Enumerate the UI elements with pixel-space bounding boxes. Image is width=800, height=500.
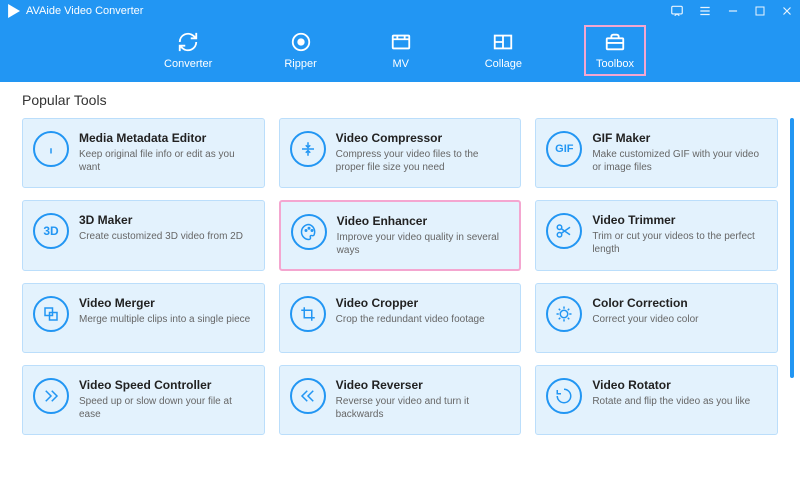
app-title: AVAide Video Converter bbox=[26, 5, 670, 17]
3d-icon: 3D bbox=[33, 213, 69, 249]
app-logo-icon bbox=[6, 4, 20, 18]
titlebar: AVAide Video Converter bbox=[0, 0, 800, 22]
close-button[interactable] bbox=[780, 4, 794, 18]
compress-icon bbox=[290, 131, 326, 167]
tool-title: Video Compressor bbox=[336, 131, 509, 145]
tool-title: Video Cropper bbox=[336, 296, 509, 310]
tool-text: Video Rotator Rotate and flip the video a… bbox=[592, 378, 765, 408]
tool-text: GIF Maker Make customized GIF with your v… bbox=[592, 131, 765, 174]
tool-text: Video Speed Controller Speed up or slow d… bbox=[79, 378, 252, 421]
toolbox-icon bbox=[603, 31, 627, 53]
tools-grid: Media Metadata Editor Keep original file … bbox=[22, 118, 778, 435]
tool-desc: Trim or cut your videos to the perfect l… bbox=[592, 230, 765, 256]
tool-title: Color Correction bbox=[592, 296, 765, 310]
tool-title: Video Trimmer bbox=[592, 213, 765, 227]
tool-title: Video Merger bbox=[79, 296, 252, 310]
tool-desc: Rotate and flip the video as you like bbox=[592, 395, 765, 408]
app-header: AVAide Video Converter Converter Ripper … bbox=[0, 0, 800, 82]
palette-icon bbox=[291, 214, 327, 250]
tool-desc: Keep original file info or edit as you w… bbox=[79, 148, 252, 174]
tool-title: Video Reverser bbox=[336, 378, 509, 392]
tool-desc: Compress your video files to the proper … bbox=[336, 148, 509, 174]
tool-text: Video Merger Merge multiple clips into a … bbox=[79, 296, 252, 326]
tool-text: Video Enhancer Improve your video quality… bbox=[337, 214, 508, 257]
minimize-button[interactable] bbox=[726, 4, 740, 18]
tool-text: Media Metadata Editor Keep original file … bbox=[79, 131, 252, 174]
reverse-icon bbox=[290, 378, 326, 414]
tool-desc: Improve your video quality in several wa… bbox=[337, 231, 508, 257]
window-controls bbox=[670, 4, 794, 18]
tool-title: Video Speed Controller bbox=[79, 378, 252, 392]
tool-card-reverse[interactable]: Video Reverser Reverse your video and tur… bbox=[279, 365, 522, 435]
tool-card-merge[interactable]: Video Merger Merge multiple clips into a … bbox=[22, 283, 265, 353]
collage-icon bbox=[491, 31, 515, 53]
tool-title: GIF Maker bbox=[592, 131, 765, 145]
nav-collage[interactable]: Collage bbox=[475, 27, 532, 74]
nav-ripper[interactable]: Ripper bbox=[274, 27, 326, 74]
nav-label: Ripper bbox=[284, 58, 316, 70]
color-icon bbox=[546, 296, 582, 332]
nav-label: Toolbox bbox=[596, 58, 634, 70]
tool-desc: Speed up or slow down your file at ease bbox=[79, 395, 252, 421]
merge-icon bbox=[33, 296, 69, 332]
gif-icon: GIF bbox=[546, 131, 582, 167]
tool-card-crop[interactable]: Video Cropper Crop the redundant video fo… bbox=[279, 283, 522, 353]
tool-text: 3D Maker Create customized 3D video from … bbox=[79, 213, 252, 243]
tool-card-compress[interactable]: Video Compressor Compress your video file… bbox=[279, 118, 522, 188]
tool-title: Video Enhancer bbox=[337, 214, 508, 228]
tool-text: Video Cropper Crop the redundant video fo… bbox=[336, 296, 509, 326]
speed-icon bbox=[33, 378, 69, 414]
main-nav: Converter Ripper MV Collage Toolbox bbox=[0, 22, 800, 82]
nav-mv[interactable]: MV bbox=[379, 27, 423, 74]
tool-title: Media Metadata Editor bbox=[79, 131, 252, 145]
tool-card-scissors[interactable]: Video Trimmer Trim or cut your videos to … bbox=[535, 200, 778, 271]
tool-card-palette[interactable]: Video Enhancer Improve your video quality… bbox=[279, 200, 522, 271]
content-area: Popular Tools Media Metadata Editor Keep … bbox=[0, 82, 800, 500]
tool-text: Color Correction Correct your video color bbox=[592, 296, 765, 326]
tool-desc: Reverse your video and turn it backwards bbox=[336, 395, 509, 421]
nav-label: MV bbox=[392, 58, 409, 70]
tool-desc: Correct your video color bbox=[592, 313, 765, 326]
tool-desc: Create customized 3D video from 2D bbox=[79, 230, 252, 243]
tool-desc: Crop the redundant video footage bbox=[336, 313, 509, 326]
tool-card-rotate[interactable]: Video Rotator Rotate and flip the video a… bbox=[535, 365, 778, 435]
tool-card-gif[interactable]: GIF GIF Maker Make customized GIF with you… bbox=[535, 118, 778, 188]
rotate-icon bbox=[546, 378, 582, 414]
info-icon bbox=[33, 131, 69, 167]
mv-icon bbox=[389, 31, 413, 53]
nav-converter[interactable]: Converter bbox=[154, 27, 222, 74]
section-title: Popular Tools bbox=[22, 92, 778, 108]
tool-card-color[interactable]: Color Correction Correct your video color bbox=[535, 283, 778, 353]
tool-desc: Merge multiple clips into a single piece bbox=[79, 313, 252, 326]
scissors-icon bbox=[546, 213, 582, 249]
tool-title: 3D Maker bbox=[79, 213, 252, 227]
menu-icon[interactable] bbox=[698, 4, 712, 18]
tool-text: Video Compressor Compress your video file… bbox=[336, 131, 509, 174]
tool-card-info[interactable]: Media Metadata Editor Keep original file … bbox=[22, 118, 265, 188]
scrollbar[interactable] bbox=[790, 118, 794, 378]
maximize-button[interactable] bbox=[754, 5, 766, 17]
nav-label: Converter bbox=[164, 58, 212, 70]
tool-text: Video Reverser Reverse your video and tur… bbox=[336, 378, 509, 421]
tool-desc: Make customized GIF with your video or i… bbox=[592, 148, 765, 174]
tool-card-speed[interactable]: Video Speed Controller Speed up or slow d… bbox=[22, 365, 265, 435]
feedback-icon[interactable] bbox=[670, 4, 684, 18]
tool-text: Video Trimmer Trim or cut your videos to … bbox=[592, 213, 765, 256]
tool-card-3d[interactable]: 3D 3D Maker Create customized 3D video fro… bbox=[22, 200, 265, 271]
tool-title: Video Rotator bbox=[592, 378, 765, 392]
nav-label: Collage bbox=[485, 58, 522, 70]
crop-icon bbox=[290, 296, 326, 332]
nav-toolbox[interactable]: Toolbox bbox=[584, 25, 646, 76]
ripper-icon bbox=[289, 31, 313, 53]
converter-icon bbox=[176, 31, 200, 53]
